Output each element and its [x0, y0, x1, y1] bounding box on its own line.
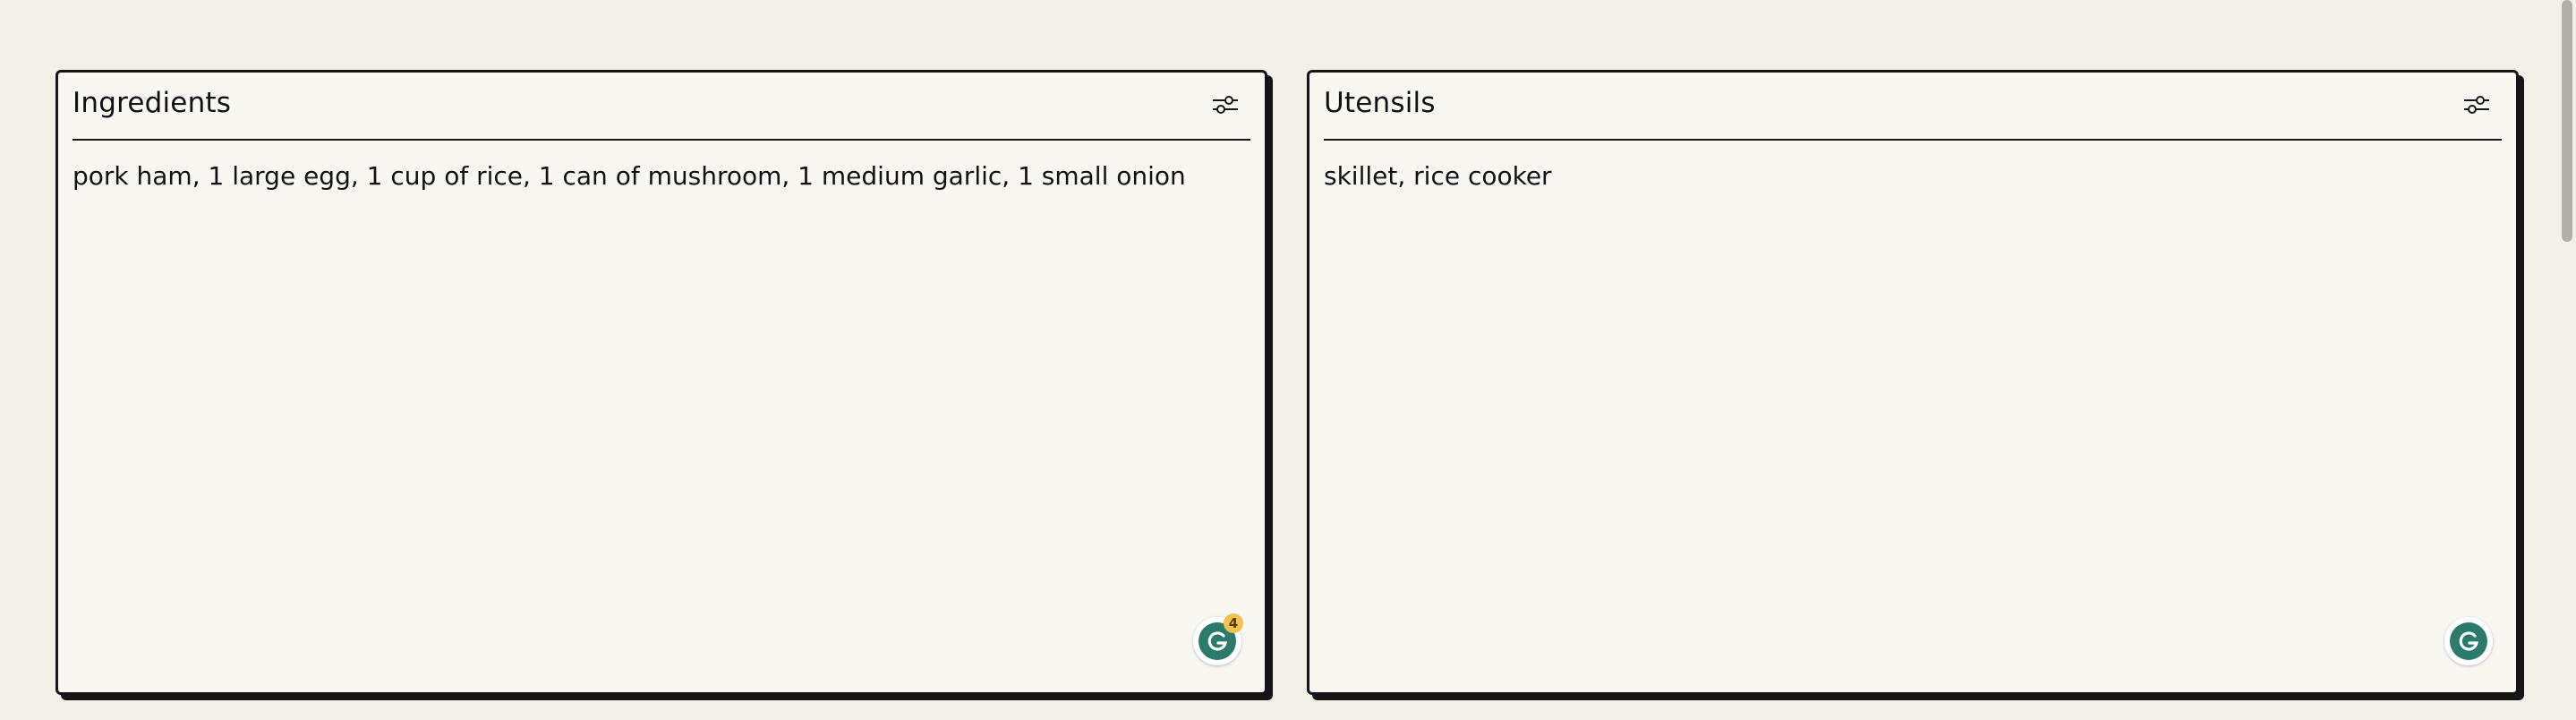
grammarly-icon — [2450, 622, 2487, 660]
grammarly-count-badge: 4 — [1224, 613, 1243, 633]
page-scrollbar[interactable] — [2558, 0, 2576, 720]
ingredients-panel: Ingredients pork ham, 1 large egg, 1 cup… — [55, 70, 1267, 695]
utensils-text[interactable]: skillet, rice cooker — [1324, 159, 2502, 194]
ingredients-text[interactable]: pork ham, 1 large egg, 1 cup of rice, 1 … — [73, 159, 1250, 194]
utensils-panel: Utensils skillet, rice cooker — [1307, 70, 2519, 695]
scrollbar-thumb[interactable] — [2562, 0, 2572, 242]
grammarly-button[interactable] — [2444, 617, 2493, 665]
grammarly-button[interactable]: 4 — [1193, 613, 1243, 665]
sliders-icon — [2464, 96, 2489, 114]
page: Ingredients pork ham, 1 large egg, 1 cup… — [0, 0, 2576, 720]
utensils-settings-button[interactable] — [2461, 89, 2493, 121]
ingredients-panel-header: Ingredients — [73, 73, 1250, 141]
utensils-panel-header: Utensils — [1324, 73, 2502, 141]
sliders-icon — [1213, 96, 1238, 114]
ingredients-settings-button[interactable] — [1209, 89, 1241, 121]
utensils-title: Utensils — [1324, 87, 1436, 119]
ingredients-title: Ingredients — [73, 87, 232, 119]
